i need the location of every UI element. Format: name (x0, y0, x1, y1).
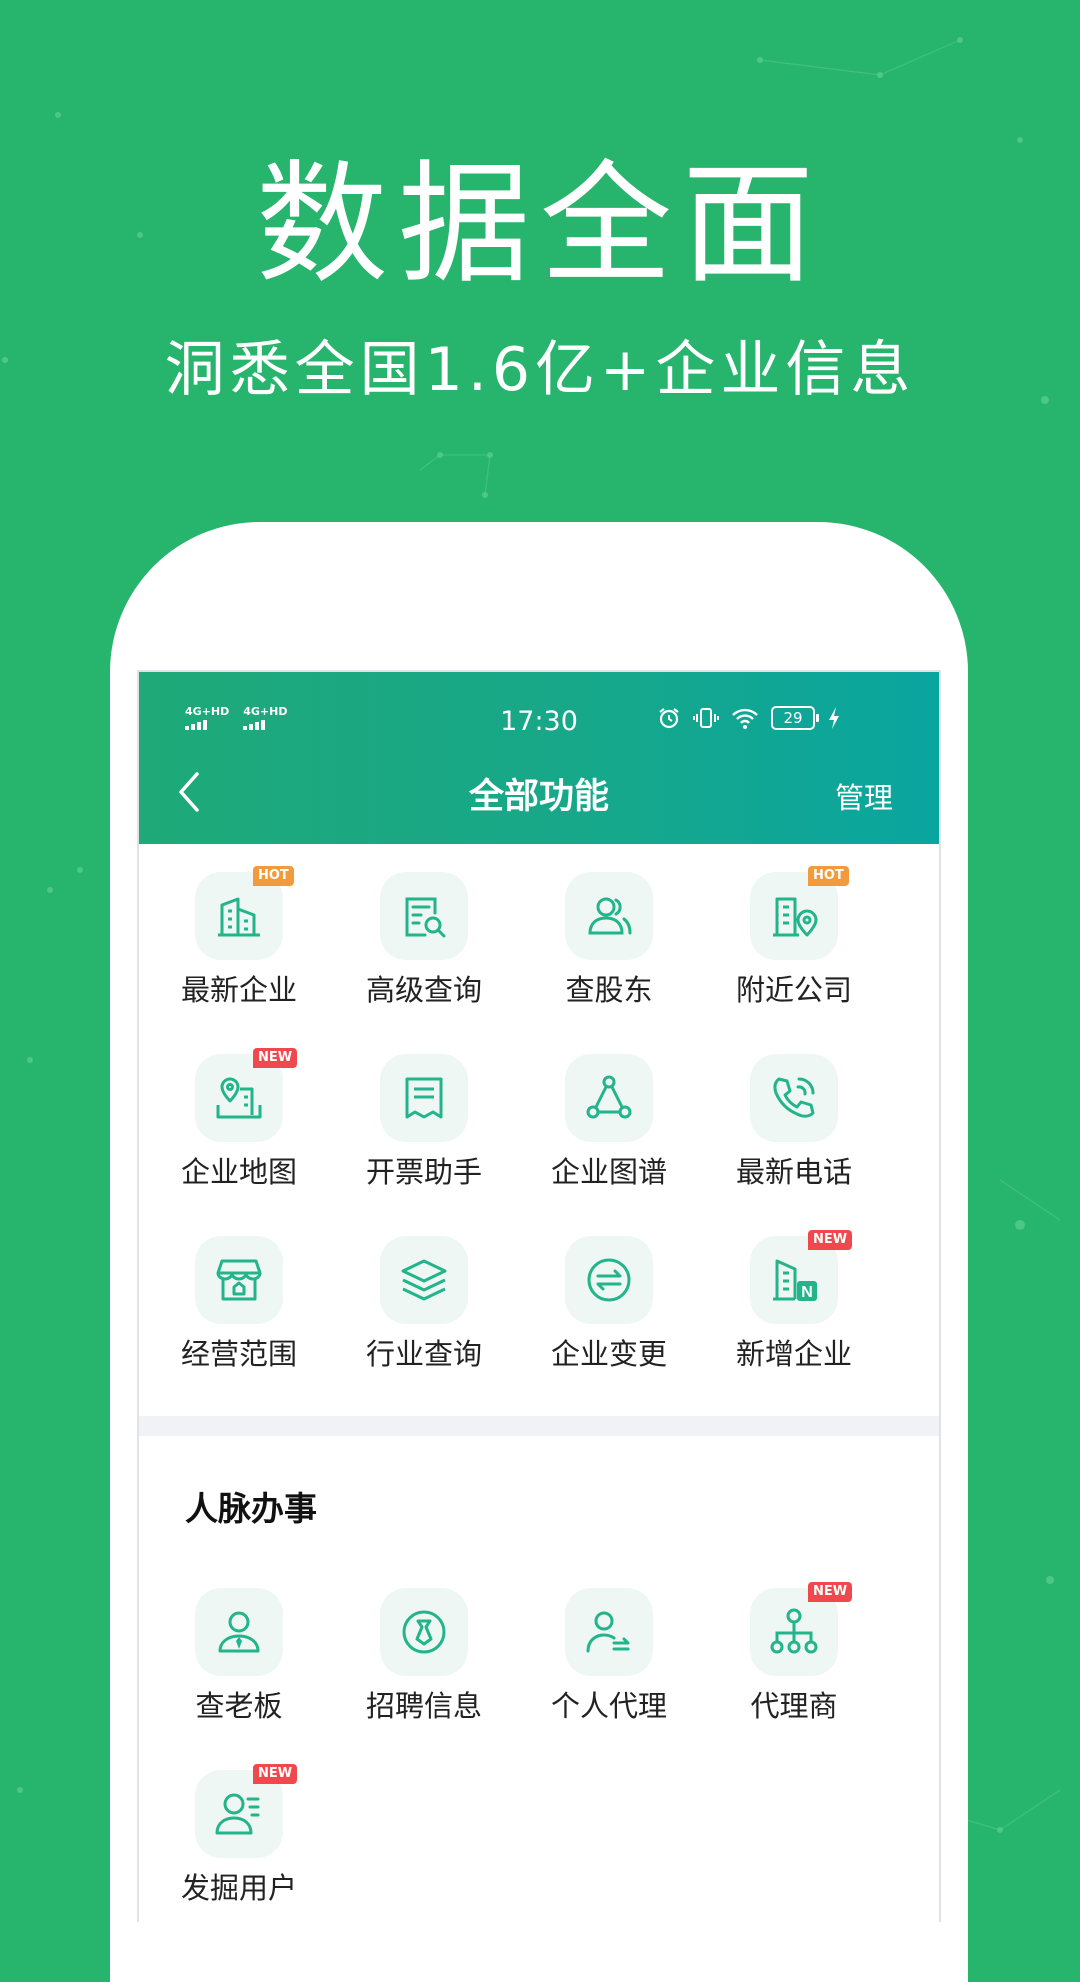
tile (565, 1236, 653, 1324)
page-title: 全部功能 (468, 777, 609, 817)
feature-item-nearby-company[interactable]: HOT 附近公司 (694, 866, 879, 1032)
feature-item-personal-agent[interactable]: 个人代理 (509, 1588, 694, 1748)
wifi-icon (732, 708, 758, 729)
feature-label: 高级查询 (365, 973, 482, 1007)
tile (565, 1054, 653, 1142)
feature-item-recruitment[interactable]: 招聘信息 (324, 1588, 509, 1748)
feature-item-discover-users[interactable]: NEW 发掘用户 (139, 1764, 324, 1922)
tile (565, 872, 653, 960)
hot-badge: HOT (253, 866, 294, 886)
vibrate-icon (693, 708, 719, 728)
feature-label: 查老板 (195, 1689, 283, 1723)
tile (750, 1054, 838, 1142)
battery-icon: 29 (771, 706, 819, 730)
feature-label: 企业地图 (180, 1155, 297, 1189)
feature-label: 代理商 (750, 1689, 838, 1723)
tile (380, 1588, 468, 1676)
feature-label: 附近公司 (735, 973, 852, 1007)
feature-item-company-change[interactable]: 企业变更 (509, 1236, 694, 1396)
alarm-icon (659, 708, 679, 729)
charging-icon (829, 707, 839, 729)
feature-item-shareholder[interactable]: 查股东 (509, 872, 694, 1032)
new-badge: NEW (808, 1582, 853, 1602)
map-pin-icon (216, 1077, 262, 1119)
layers-icon (401, 1259, 447, 1301)
feature-item-company-graph[interactable]: 企业图谱 (509, 1054, 694, 1214)
manage-button[interactable]: 管理 (835, 776, 893, 820)
feature-item-latest-phone[interactable]: 最新电话 (694, 1054, 879, 1214)
org-chart-icon (770, 1608, 818, 1654)
feature-label: 最新电话 (735, 1155, 852, 1189)
feature-label: 企业变更 (550, 1337, 667, 1371)
new-badge: NEW (253, 1048, 298, 1068)
tile (380, 1236, 468, 1324)
phone-icon (773, 1077, 815, 1118)
feature-label: 新增企业 (735, 1337, 852, 1371)
feature-item-find-boss[interactable]: 查老板 (139, 1588, 324, 1748)
graph-icon (586, 1075, 632, 1119)
feature-item-industry-search[interactable]: 行业查询 (324, 1236, 509, 1396)
find-user-icon (215, 1793, 260, 1835)
feature-item-newest-company[interactable]: HOT 最新企业 (139, 866, 324, 1032)
feature-item-company-map[interactable]: NEW 企业地图 (139, 1048, 324, 1214)
feature-label: 个人代理 (550, 1689, 667, 1723)
svg-text:N: N (801, 1284, 813, 1301)
feature-label: 经营范围 (180, 1337, 297, 1371)
feature-label: 企业图谱 (550, 1155, 667, 1189)
app-screen: 4G+HD 4G+HD 17:30 29 全部功能 管理 HOT 最新企业 高级… (137, 670, 941, 1922)
hero-subtitle: 洞悉全国1.6亿+企业信息 (164, 335, 916, 405)
header-bar: 4G+HD 4G+HD 17:30 29 全部功能 管理 (139, 672, 939, 844)
tile (380, 872, 468, 960)
receipt-icon (405, 1077, 443, 1119)
feature-label: 最新企业 (180, 973, 297, 1007)
feature-item-business-scope[interactable]: 经营范围 (139, 1236, 324, 1396)
boss-icon (218, 1611, 260, 1653)
nearby-building-icon (773, 897, 818, 937)
document-search-icon (405, 897, 446, 938)
feature-label: 行业查询 (365, 1337, 482, 1371)
exchange-icon (587, 1258, 631, 1302)
tile (565, 1588, 653, 1676)
tile (380, 1054, 468, 1142)
new-badge: NEW (253, 1764, 298, 1784)
feature-item-invoice-helper[interactable]: 开票助手 (324, 1054, 509, 1214)
feature-item-new-company[interactable]: N NEW 新增企业 (694, 1230, 879, 1396)
section-title-network: 人脉办事 (185, 1489, 317, 1528)
feature-item-distributor[interactable]: NEW 代理商 (694, 1582, 879, 1748)
feature-label: 开票助手 (365, 1155, 482, 1189)
hot-badge: HOT (808, 866, 849, 886)
recruit-icon (402, 1610, 446, 1654)
new-badge: NEW (808, 1230, 853, 1250)
feature-label: 查股东 (565, 973, 653, 1007)
status-icons: 29 (657, 706, 841, 730)
feature-label: 招聘信息 (365, 1689, 482, 1723)
shareholder-icon (588, 897, 632, 935)
tile (195, 1236, 283, 1324)
feature-label: 发掘用户 (180, 1871, 297, 1905)
hero-title: 数据全面 (256, 148, 824, 302)
feature-item-advanced-search[interactable]: 高级查询 (324, 872, 509, 1032)
store-icon (216, 1259, 262, 1301)
agent-person-icon (586, 1611, 630, 1653)
new-building-icon: N (773, 1259, 817, 1301)
tile (195, 1588, 283, 1676)
building-icon (218, 897, 260, 937)
section-divider (139, 1416, 939, 1436)
